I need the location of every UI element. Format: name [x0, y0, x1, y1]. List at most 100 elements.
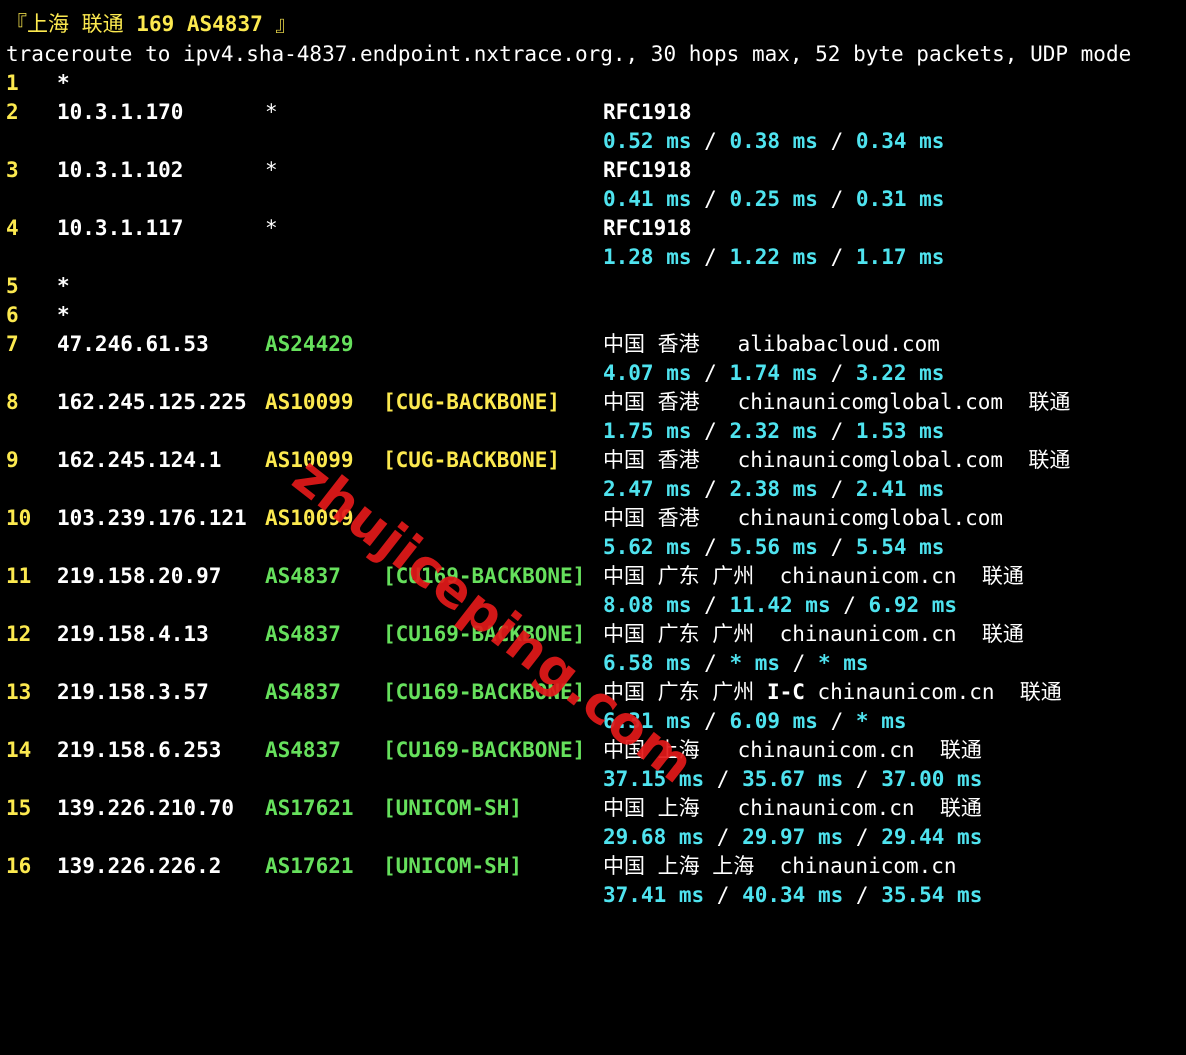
hop-rtt-row: 6.31 ms / 6.09 ms / * ms: [6, 707, 906, 736]
hop-rtt: 29.68 ms / 29.97 ms / 29.44 ms: [603, 825, 983, 849]
hop-asn: AS4837: [265, 564, 341, 588]
hop-row: 10 103.239.176.121 AS10099 中国 香港 chinaun…: [6, 504, 1003, 533]
hop-ip: 47.246.61.53: [57, 332, 209, 356]
hop-ip: 162.245.124.1: [57, 448, 222, 472]
hop-tag: [CUG-BACKBONE]: [383, 390, 561, 414]
hop-geo: 中国 广东 广州 chinaunicom.cn 联通: [603, 622, 1024, 646]
hop-rtt: 8.08 ms / 11.42 ms / 6.92 ms: [603, 593, 958, 617]
hop-timeout: *: [57, 71, 70, 95]
hop-number: 10: [6, 506, 32, 530]
hop-tag: [CU169-BACKBONE]: [383, 680, 586, 704]
hop-geo: 中国 香港 alibabacloud.com: [603, 332, 940, 356]
hop-ip: 219.158.6.253: [57, 738, 222, 762]
hop-asn: *: [265, 158, 278, 182]
hop-row: 5 *: [6, 272, 70, 301]
hop-number: 15: [6, 796, 32, 820]
hop-rtt-row: 1.28 ms / 1.22 ms / 1.17 ms: [6, 243, 944, 272]
title-suffix: 』: [262, 12, 297, 36]
hop-row: 15 139.226.210.70 AS17621 [UNICOM-SH] 中国…: [6, 794, 982, 823]
hop-ip: 219.158.20.97: [57, 564, 222, 588]
hop-geo: 中国 上海 chinaunicom.cn 联通: [603, 796, 982, 820]
terminal-window: 『上海 联通 169 AS4837 』 traceroute to ipv4.s…: [0, 0, 1186, 922]
hop-timeout: *: [57, 303, 70, 327]
hop-ip: 139.226.226.2: [57, 854, 222, 878]
hop-asn: AS4837: [265, 680, 341, 704]
hop-asn: AS24429: [265, 332, 354, 356]
hop-geo: 中国 广东 广州 I-C chinaunicom.cn 联通: [603, 680, 1062, 704]
hop-rtt: 2.47 ms / 2.38 ms / 2.41 ms: [603, 477, 945, 501]
hop-rtt-row: 8.08 ms / 11.42 ms / 6.92 ms: [6, 591, 957, 620]
hop-number: 12: [6, 622, 32, 646]
hop-rtt-row: 5.62 ms / 5.56 ms / 5.54 ms: [6, 533, 944, 562]
hop-number: 8: [6, 390, 19, 414]
hop-rtt-row: 0.52 ms / 0.38 ms / 0.34 ms: [6, 127, 944, 156]
hop-number: 1: [6, 71, 19, 95]
hop-number: 11: [6, 564, 32, 588]
hop-number: 5: [6, 274, 19, 298]
hop-row: 3 10.3.1.102 * RFC1918: [6, 156, 692, 185]
hop-asn: AS10099: [265, 506, 354, 530]
hop-rtt-row: 0.41 ms / 0.25 ms / 0.31 ms: [6, 185, 944, 214]
hop-ip: 219.158.4.13: [57, 622, 209, 646]
traceroute-command: traceroute to ipv4.sha-4837.endpoint.nxt…: [6, 42, 1132, 66]
hop-tag: [CU169-BACKBONE]: [383, 622, 586, 646]
hop-geo: 中国 香港 chinaunicomglobal.com 联通: [603, 448, 1071, 472]
hop-rtt-row: 1.75 ms / 2.32 ms / 1.53 ms: [6, 417, 944, 446]
hop-number: 16: [6, 854, 32, 878]
hop-geo: 中国 香港 chinaunicomglobal.com 联通: [603, 390, 1071, 414]
hop-tag: [CUG-BACKBONE]: [383, 448, 561, 472]
hop-number: 4: [6, 216, 19, 240]
hop-rtt: 6.58 ms / * ms / * ms: [603, 651, 869, 675]
hop-number: 6: [6, 303, 19, 327]
hop-tag: [CU169-BACKBONE]: [383, 564, 586, 588]
hop-rfc: RFC1918: [603, 216, 692, 240]
hop-geo: 中国 广东 广州 chinaunicom.cn 联通: [603, 564, 1024, 588]
hop-ip: 162.245.125.225: [57, 390, 247, 414]
hop-rtt: 6.31 ms / 6.09 ms / * ms: [603, 709, 907, 733]
hop-rtt: 37.41 ms / 40.34 ms / 35.54 ms: [603, 883, 983, 907]
hop-asn: AS10099: [265, 390, 354, 414]
hop-rtt: 0.41 ms / 0.25 ms / 0.31 ms: [603, 187, 945, 211]
hop-asn: *: [265, 100, 278, 124]
hop-row: 12 219.158.4.13 AS4837 [CU169-BACKBONE] …: [6, 620, 1024, 649]
hop-rtt: 5.62 ms / 5.56 ms / 5.54 ms: [603, 535, 945, 559]
hop-ip: 10.3.1.102: [57, 158, 184, 182]
hop-rfc: RFC1918: [603, 100, 692, 124]
hop-number: 2: [6, 100, 19, 124]
hop-asn: AS4837: [265, 622, 341, 646]
hop-row: 16 139.226.226.2 AS17621 [UNICOM-SH] 中国 …: [6, 852, 957, 881]
trace-title: 『上海 联通 169 AS4837 』: [6, 10, 296, 39]
hop-tag: [UNICOM-SH]: [383, 854, 523, 878]
hop-tag: [CU169-BACKBONE]: [383, 738, 586, 762]
hop-rtt: 37.15 ms / 35.67 ms / 37.00 ms: [603, 767, 983, 791]
hop-geo: 中国 香港 chinaunicomglobal.com: [603, 506, 1004, 530]
hop-ip: 103.239.176.121: [57, 506, 247, 530]
hop-row: 4 10.3.1.117 * RFC1918: [6, 214, 692, 243]
hop-rtt: 1.28 ms / 1.22 ms / 1.17 ms: [603, 245, 945, 269]
title-prefix: 『上海 联通: [6, 12, 137, 36]
hop-number: 7: [6, 332, 19, 356]
hop-ip: 10.3.1.117: [57, 216, 184, 240]
hop-row: 6 *: [6, 301, 70, 330]
hop-asn: AS17621: [265, 796, 354, 820]
hop-row: 1 *: [6, 69, 70, 98]
hop-asn: *: [265, 216, 278, 240]
hop-rtt: 1.75 ms / 2.32 ms / 1.53 ms: [603, 419, 945, 443]
hop-row: 11 219.158.20.97 AS4837 [CU169-BACKBONE]…: [6, 562, 1024, 591]
hop-asn: AS10099: [265, 448, 354, 472]
hop-rtt: 4.07 ms / 1.74 ms / 3.22 ms: [603, 361, 945, 385]
hop-number: 3: [6, 158, 19, 182]
title-target: 169 AS4837: [136, 12, 263, 36]
hop-row: 7 47.246.61.53 AS24429 中国 香港 alibabaclou…: [6, 330, 940, 359]
hop-geo: 中国 上海 上海 chinaunicom.cn: [603, 854, 957, 878]
hop-number: 13: [6, 680, 32, 704]
hop-rtt-row: 37.41 ms / 40.34 ms / 35.54 ms: [6, 881, 982, 910]
hop-rtt-row: 29.68 ms / 29.97 ms / 29.44 ms: [6, 823, 982, 852]
hop-row: 9 162.245.124.1 AS10099 [CUG-BACKBONE] 中…: [6, 446, 1070, 475]
hop-number: 14: [6, 738, 32, 762]
hop-geo: 中国 上海 chinaunicom.cn 联通: [603, 738, 982, 762]
hop-rtt-row: 37.15 ms / 35.67 ms / 37.00 ms: [6, 765, 982, 794]
hop-ip: 139.226.210.70: [57, 796, 235, 820]
hop-tag: [UNICOM-SH]: [383, 796, 523, 820]
hop-rfc: RFC1918: [603, 158, 692, 182]
